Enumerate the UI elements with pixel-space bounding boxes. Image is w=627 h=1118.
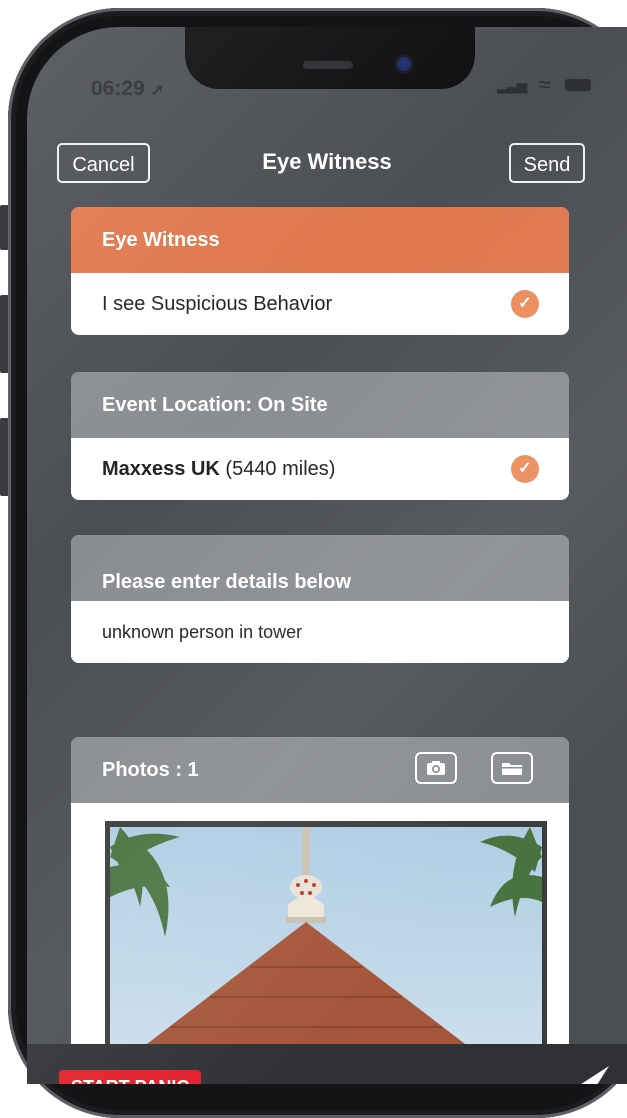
front-camera xyxy=(397,57,411,71)
location-name: Maxxess UK xyxy=(102,458,220,480)
speaker-grill xyxy=(303,61,353,69)
photos-header: Photos : 1 xyxy=(71,737,569,803)
report-type-option[interactable]: I see Suspicious Behavior ✓ xyxy=(71,273,569,335)
nav-bar: Cancel Eye Witness Send xyxy=(27,117,627,197)
status-icons: ▂▃▅ ≈ xyxy=(497,71,591,98)
location-header: Event Location: On Site xyxy=(71,372,569,438)
notch xyxy=(185,27,475,89)
location-option[interactable]: Maxxess UK (5440 miles) ✓ xyxy=(71,438,569,500)
start-panic-button[interactable]: START PANIC xyxy=(59,1070,202,1084)
signal-icon: ▂▃▅ xyxy=(497,76,527,93)
report-type-card: Eye Witness I see Suspicious Behavior ✓ xyxy=(71,207,569,335)
report-type-label: I see Suspicious Behavior xyxy=(102,293,333,315)
location-distance: (5440 miles) xyxy=(225,458,336,480)
check-icon: ✓ xyxy=(511,290,539,318)
camera-icon xyxy=(427,761,445,775)
add-photo-camera-button[interactable] xyxy=(415,752,457,784)
app-screen: 06:29 ➚ ▂▃▅ ≈ Cancel Eye Witness Send Ey… xyxy=(27,27,627,1084)
add-photo-folder-button[interactable] xyxy=(491,752,533,784)
photos-card: Photos : 1 xyxy=(71,737,569,1084)
location-arrow-icon: ➚ xyxy=(150,82,164,99)
photos-count-label: Photos : 1 xyxy=(102,759,199,781)
bottom-bar: START PANIC xyxy=(27,1044,627,1084)
wifi-icon: ≈ xyxy=(538,72,551,98)
status-time: 06:29 ➚ xyxy=(91,77,164,100)
check-icon: ✓ xyxy=(511,455,539,483)
battery-icon xyxy=(564,79,591,92)
location-card: Event Location: On Site Maxxess UK (5440… xyxy=(71,372,569,500)
send-button[interactable]: Send xyxy=(509,143,585,183)
details-header: Please enter details below : required xyxy=(71,535,569,659)
folder-icon xyxy=(502,763,522,775)
report-type-header: Eye Witness xyxy=(71,207,569,273)
details-card: Please enter details below : required xyxy=(71,535,569,663)
send-arrow-icon[interactable] xyxy=(575,1066,609,1084)
